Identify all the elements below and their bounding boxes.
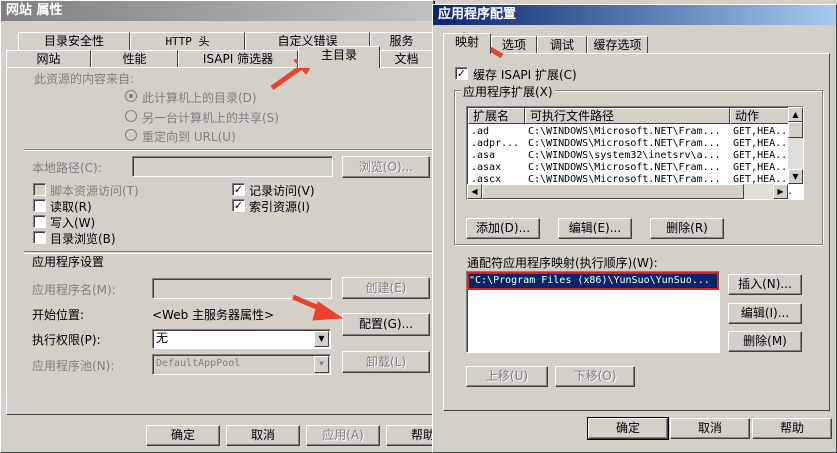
tab-home-directory[interactable]: 主目录 <box>298 46 380 68</box>
arrow-icon <box>292 294 344 321</box>
annotation-arrows <box>270 32 504 321</box>
tab-mappings[interactable]: 映射 <box>443 33 491 54</box>
